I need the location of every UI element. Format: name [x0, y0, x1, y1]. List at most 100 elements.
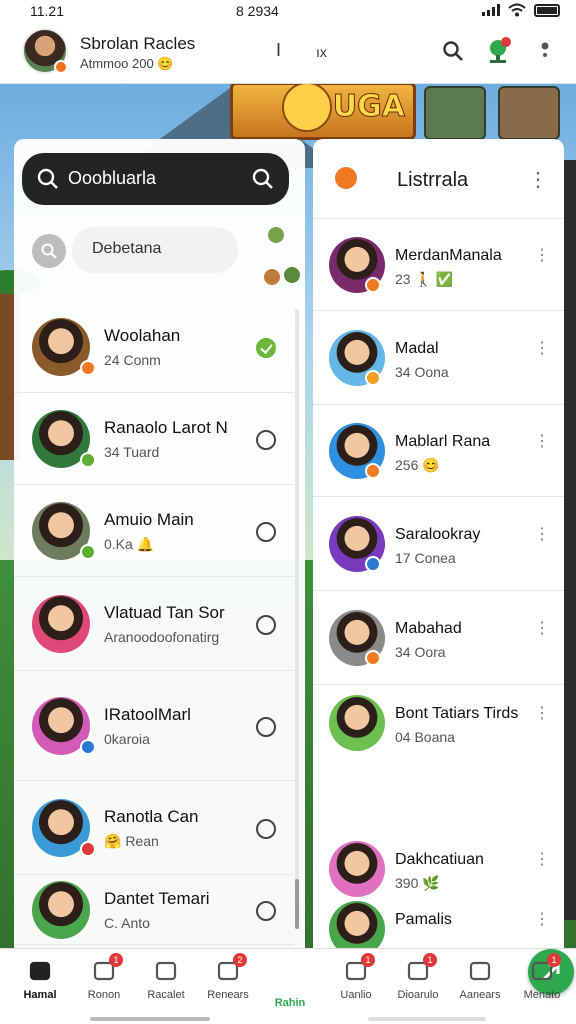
avatar: [266, 225, 286, 245]
conversation-list: Woolahan 24 Conm Ranaolo Larot N 34 Tuard Am…: [14, 301, 294, 945]
nav-item[interactable]: Aanears: [452, 957, 508, 1001]
nav-label: Uanlio: [340, 989, 372, 1001]
scrollbar[interactable]: [295, 309, 299, 929]
status-badge: [54, 60, 68, 74]
status-badge: [365, 463, 381, 479]
home-icon: [27, 957, 53, 983]
contact-status: Aranoodoofonatirg: [104, 629, 220, 645]
header-glyph-a[interactable]: I: [276, 40, 281, 61]
list-item[interactable]: Woolahan 24 Conm: [14, 301, 294, 393]
mini-avatars: [260, 225, 302, 289]
more-vertical-icon[interactable]: ⋮: [534, 849, 550, 869]
list-item[interactable]: MerdanManala 23 🚶 ✅ ⋮: [313, 219, 564, 311]
contact-status: 04 Boana: [395, 729, 455, 745]
nav-item[interactable]: 2 Renears: [200, 953, 256, 1001]
nav-item[interactable]: Rahin: [262, 949, 574, 1009]
select-checkbox[interactable]: [256, 615, 276, 635]
more-vertical-icon[interactable]: ⋮: [534, 618, 550, 638]
select-checkbox[interactable]: [256, 717, 276, 737]
banner-picture: [424, 86, 486, 140]
list-item[interactable]: Amuio Main 0.Ka 🔔: [14, 485, 294, 577]
filter-chip[interactable]: Debetana: [72, 227, 238, 273]
select-checkbox[interactable]: [256, 901, 276, 921]
nav-label: Dioarulo: [397, 989, 439, 1001]
battery-icon: [534, 3, 560, 17]
list-item[interactable]: Mabahad 34 Oora ⋮: [313, 591, 564, 685]
contact-name: Madal: [395, 340, 439, 357]
gamepad-icon: 1: [91, 953, 123, 983]
status-badge: [80, 452, 96, 468]
list-item[interactable]: Bont Tatiars Tirds 04 Boana ⋮: [313, 685, 564, 835]
contact-name: Bont Tatiars Tirds: [395, 705, 519, 722]
more-vertical-icon[interactable]: ⋮: [534, 245, 550, 265]
contact-status: 24 Conm: [104, 352, 161, 368]
nav-item[interactable]: 1 Dioarulo: [390, 953, 446, 1001]
more-vertical-icon[interactable]: ⋮: [534, 431, 550, 451]
contact-name: Woolahan: [104, 326, 181, 345]
status-badge: [80, 739, 96, 755]
contact-status: C. Anto: [104, 915, 150, 931]
bottom-nav: Hamal 1 Ronon Racalet 2 Renears Rahin 1 Uanlio 1 D…: [0, 948, 576, 1024]
side-rail: [564, 160, 576, 920]
profile-subtitle: Atmmoo 200 😊: [80, 56, 174, 71]
avatar: [329, 695, 385, 751]
search-button[interactable]: [438, 36, 468, 66]
contact-status: 34 Oora: [395, 644, 446, 660]
avatar[interactable]: [22, 28, 68, 74]
wifi-icon: [508, 3, 526, 17]
list-item[interactable]: Dantet Temari C. Anto: [14, 875, 294, 945]
status-badge: [80, 544, 96, 560]
more-vertical-icon[interactable]: ⋮: [534, 524, 550, 544]
list-item[interactable]: Ranotla Can 🤗 Rean: [14, 781, 294, 875]
list-item[interactable]: Pamalis ⋮: [313, 895, 564, 957]
select-checkbox[interactable]: [256, 338, 276, 358]
search-submit-icon[interactable]: [251, 167, 275, 191]
filter-chip-label: Debetana: [92, 240, 162, 257]
notifications-button[interactable]: [484, 36, 514, 66]
list-item[interactable]: Ranaolo Larot N 34 Tuard: [14, 393, 294, 485]
calendar-icon: [153, 957, 179, 983]
profile-name: Sbrolan Racles: [80, 34, 196, 53]
bag-icon: 1: [343, 953, 375, 983]
select-checkbox[interactable]: [256, 430, 276, 450]
contact-name: Dakhcatiuan: [395, 851, 484, 868]
contact-name: Vlatuad Tan Sor: [104, 603, 225, 622]
nav-item[interactable]: 1 Menato: [514, 953, 570, 1001]
user-icon: 1: [529, 953, 561, 983]
search-input[interactable]: [68, 165, 238, 191]
status-center-text: 8 2934: [236, 3, 279, 19]
more-button[interactable]: [530, 36, 560, 66]
list-item[interactable]: Madal 34 Oona ⋮: [313, 311, 564, 405]
status-bar: 11.21 8 2934: [0, 0, 576, 22]
select-checkbox[interactable]: [256, 522, 276, 542]
more-vertical-icon[interactable]: ⋮: [534, 338, 550, 358]
notification-badge: 2: [233, 953, 247, 967]
nav-item[interactable]: Racalet: [138, 957, 194, 1001]
right-panel-header: Listrrala ⋮: [313, 139, 564, 219]
nav-item[interactable]: 1 Ronon: [76, 953, 132, 1001]
contact-status: 34 Tuard: [104, 444, 160, 460]
list-item[interactable]: Dakhcatiuan 390 🌿 ⋮: [313, 835, 564, 897]
more-vertical-icon[interactable]: ⋮: [534, 909, 550, 929]
search-bar[interactable]: [22, 153, 289, 205]
more-vertical-icon[interactable]: ⋮: [528, 167, 548, 192]
list-item[interactable]: Mablarl Rana 256 😊 ⋮: [313, 405, 564, 497]
select-checkbox[interactable]: [256, 819, 276, 839]
nav-label: Rahin: [274, 997, 306, 1009]
filter-search-button[interactable]: [32, 234, 66, 268]
contact-status: 0.Ka 🔔: [104, 536, 155, 552]
more-vertical-icon[interactable]: ⋮: [534, 703, 550, 723]
header-glyph-b[interactable]: ıx: [316, 44, 327, 60]
scrollbar-thumb[interactable]: [295, 879, 299, 929]
nav-item[interactable]: 1 Uanlio: [328, 953, 384, 1001]
contact-name: Ranotla Can: [104, 807, 199, 826]
right-panel-title: Listrrala: [397, 169, 469, 191]
list-item[interactable]: IRatoolMarl 0karoia: [14, 671, 294, 781]
avatar: [262, 267, 282, 287]
list-item[interactable]: Vlatuad Tan Sor Aranoodoofonatirg: [14, 577, 294, 671]
nav-label: Racalet: [147, 989, 185, 1001]
list-item[interactable]: Saralookray 17 Conea ⋮: [313, 497, 564, 591]
nav-item[interactable]: Hamal: [12, 957, 68, 1001]
more-vertical-icon: [541, 42, 549, 57]
nav-label: Aanears: [459, 989, 501, 1001]
